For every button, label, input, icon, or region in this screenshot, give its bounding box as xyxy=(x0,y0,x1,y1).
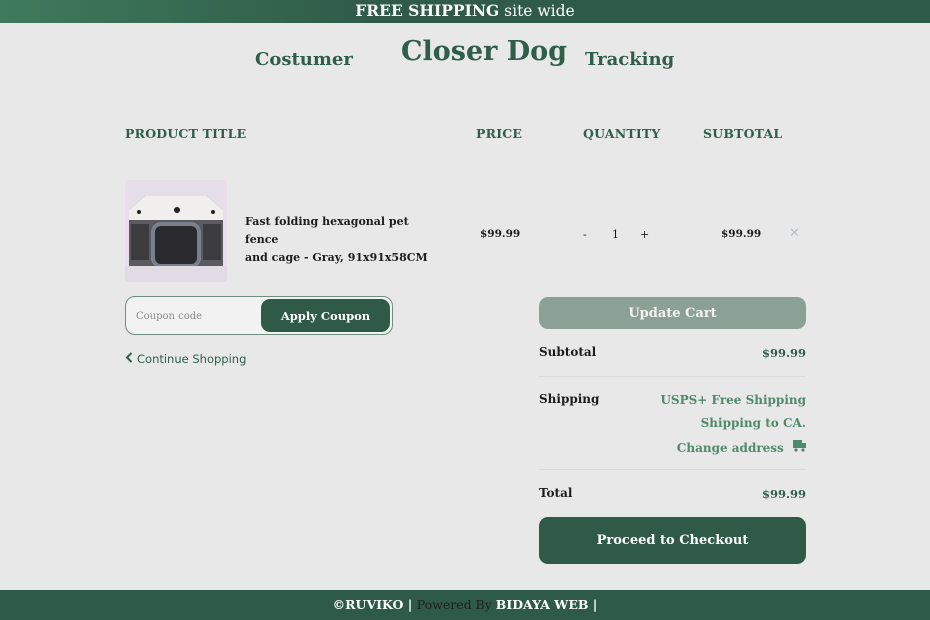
footer-company-link[interactable]: BIDAYA WEB xyxy=(496,597,589,612)
row-subtotal: $99.99 xyxy=(721,228,762,240)
footer-separator: | xyxy=(403,597,417,612)
product-name[interactable]: Fast folding hexagonal pet fence and cag… xyxy=(245,213,435,267)
divider xyxy=(539,469,806,470)
proceed-to-checkout-button[interactable]: Proceed to Checkout xyxy=(539,517,806,564)
total-value: $99.99 xyxy=(761,487,806,501)
qty-decrease-button[interactable]: - xyxy=(583,228,587,241)
subtotal-label: Subtotal xyxy=(539,345,597,359)
remove-item-icon[interactable]: ✕ xyxy=(789,226,800,241)
qty-value[interactable]: 1 xyxy=(612,228,619,241)
shipping-method: USPS+ Free Shipping xyxy=(660,393,806,407)
footer-separator: | xyxy=(588,597,598,612)
nav-costumer-link[interactable]: Costumer xyxy=(255,49,353,70)
continue-shopping-link[interactable]: Continue Shopping xyxy=(125,352,246,366)
product-price: $99.99 xyxy=(480,228,521,240)
coupon-input[interactable] xyxy=(136,305,254,327)
shipping-destination: Shipping to CA. xyxy=(700,416,806,430)
continue-shopping-label: Continue Shopping xyxy=(137,352,247,366)
product-image[interactable] xyxy=(125,180,227,282)
banner-rest: site wide xyxy=(499,2,575,20)
footer-copyright: ©RUVIKO xyxy=(332,597,404,612)
change-address-link[interactable]: Change address xyxy=(677,440,806,455)
banner-bold: FREE SHIPPING xyxy=(355,1,500,20)
header-subtotal: SUBTOTAL xyxy=(703,126,783,141)
header-quantity: QUANTITY xyxy=(583,126,661,141)
shipping-banner: FREE SHIPPING site wide xyxy=(0,0,930,23)
subtotal-value: $99.99 xyxy=(761,346,806,360)
divider xyxy=(539,376,806,377)
coupon-form: Apply Coupon xyxy=(125,296,393,335)
total-label: Total xyxy=(539,486,573,500)
truck-icon xyxy=(793,440,806,455)
footer: ©RUVIKO | Powered By BIDAYA WEB | xyxy=(0,590,930,620)
nav-tracking-link[interactable]: Tracking xyxy=(585,49,674,70)
chevron-left-icon xyxy=(125,352,137,366)
change-address-label: Change address xyxy=(676,441,784,455)
product-name-line2: and cage - Gray, 91x91x58CM xyxy=(245,251,428,264)
product-name-line1: Fast folding hexagonal pet fence xyxy=(245,215,409,246)
qty-increase-button[interactable]: + xyxy=(640,228,649,241)
footer-powered-by: Powered By xyxy=(416,597,496,612)
update-cart-button[interactable]: Update Cart xyxy=(539,297,806,329)
shipping-label: Shipping xyxy=(539,392,600,406)
header-product-title: PRODUCT TITLE xyxy=(125,126,247,141)
header-price: PRICE xyxy=(476,126,523,141)
apply-coupon-button[interactable]: Apply Coupon xyxy=(261,299,390,332)
brand-logo[interactable]: Closer Dog xyxy=(401,36,567,67)
